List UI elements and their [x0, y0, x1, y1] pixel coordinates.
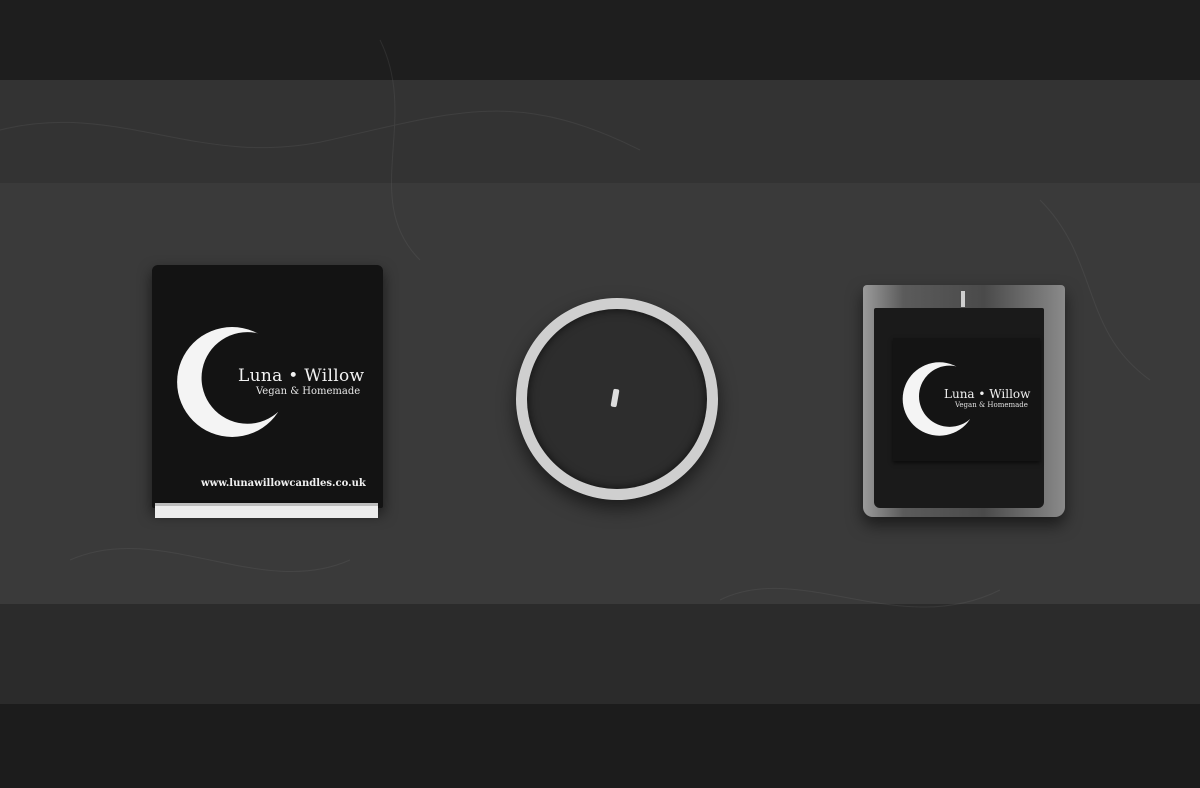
- box-tagline: Vegan & Homemade: [256, 386, 361, 397]
- candle-box-base: [155, 503, 378, 518]
- box-website: www.lunawillowcandles.co.uk: [201, 478, 366, 489]
- label-tagline: Vegan & Homemade: [955, 401, 1028, 409]
- box-brand-name: Luna • Willow: [238, 366, 365, 386]
- glass-candle-wick: [961, 291, 965, 307]
- label-brand-name: Luna • Willow: [944, 387, 1031, 401]
